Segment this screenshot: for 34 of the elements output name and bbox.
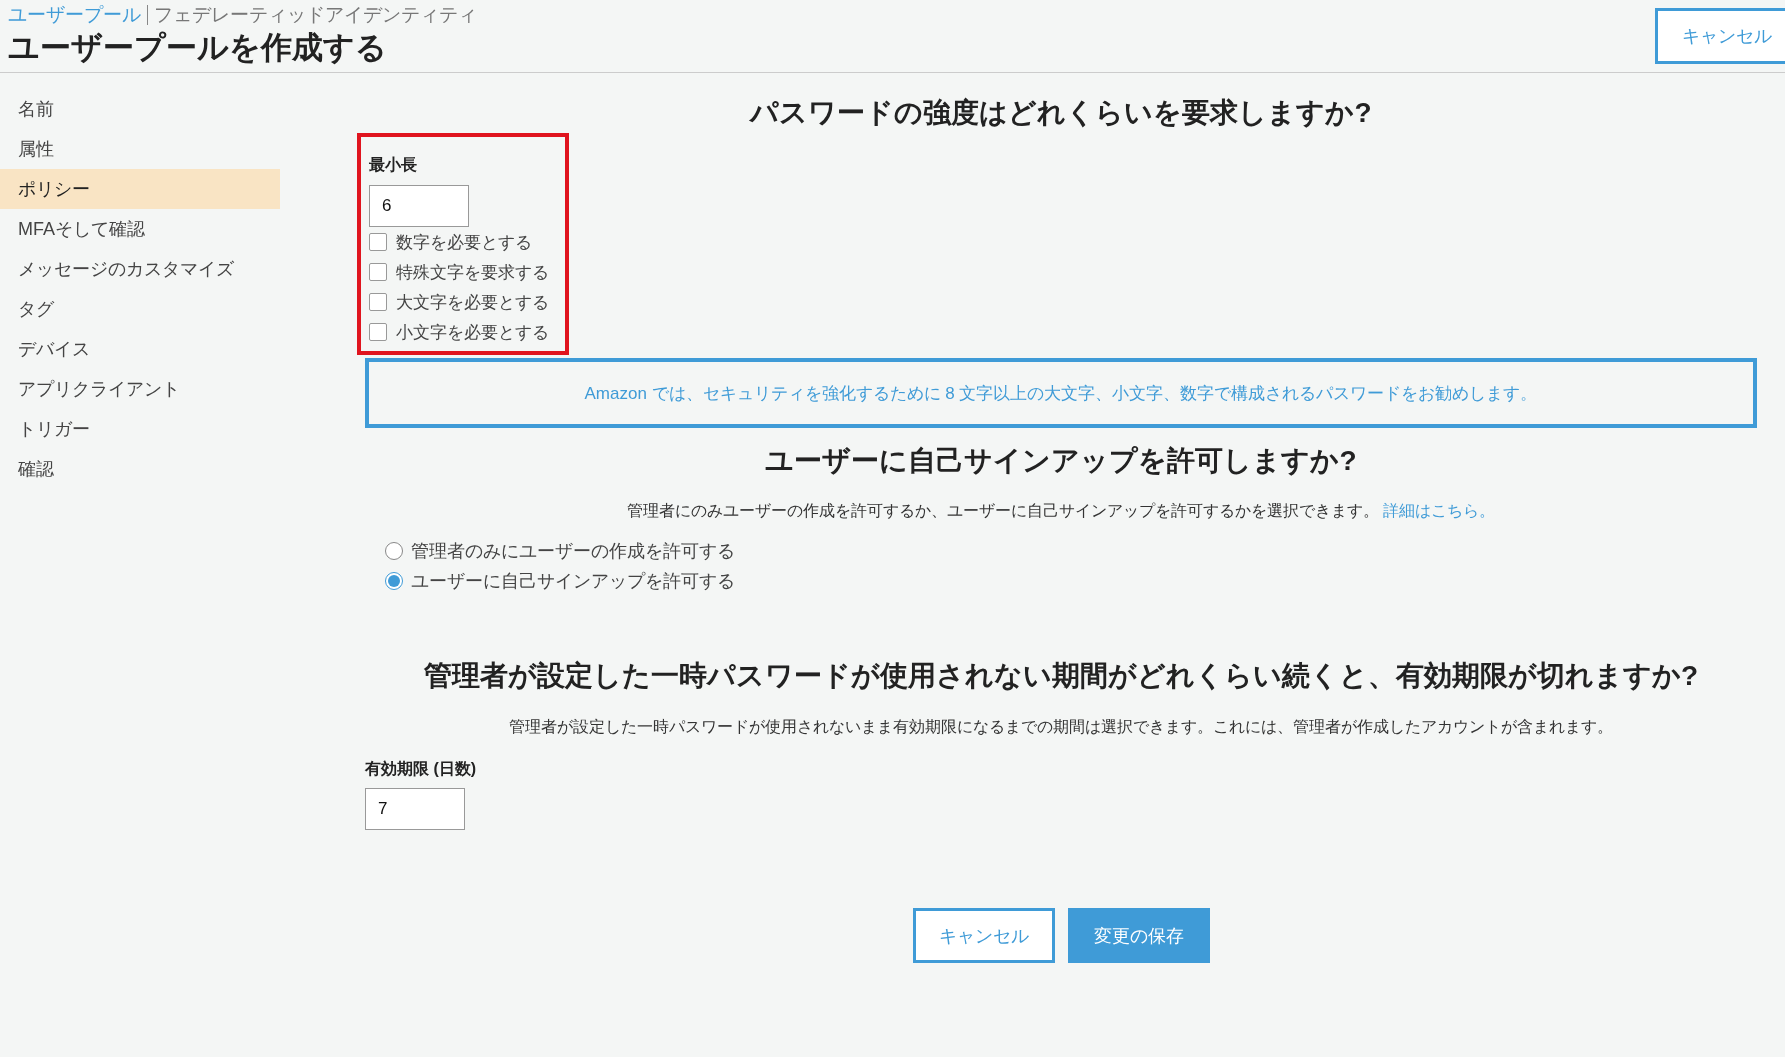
breadcrumb-item: フェデレーティッドアイデンティティ (154, 5, 477, 25)
input-field[interactable]: 7 (365, 788, 465, 830)
sidebar-item[interactable]: タグ (0, 289, 280, 329)
sidebar-item[interactable]: アプリクライアント (0, 369, 280, 409)
checkbox[interactable] (369, 323, 387, 341)
sidebar-item[interactable]: 確認 (0, 449, 280, 489)
sidebar-item[interactable]: トリガー (0, 409, 280, 449)
field-label: 有効期限 (日数) (365, 759, 478, 779)
radio-label: ユーザーに自己サインアップを許可する (411, 570, 735, 593)
section-heading: パスワードの強度はどれくらいを要求しますか? (748, 96, 1373, 130)
checkbox-label: 大文字を必要とする (396, 291, 549, 314)
checkbox[interactable] (369, 233, 387, 251)
section-description: 管理者にのみユーザーの作成を許可するか、ユーザーに自己サインアップを許可するかを選択できます。 詳細はこちら。 (625, 501, 1497, 521)
sidebar-item[interactable]: MFAそして確認 (0, 209, 280, 249)
sidebar-item[interactable]: 名前 (0, 89, 280, 129)
input-field[interactable]: 6 (369, 185, 469, 227)
radio-button[interactable] (385, 542, 403, 560)
sidebar-item[interactable]: 属性 (0, 129, 280, 169)
sidebar-item[interactable]: デバイス (0, 329, 280, 369)
radio-button[interactable] (385, 572, 403, 590)
page-title: ユーザープールを作成する (8, 29, 388, 67)
checkbox[interactable] (369, 263, 387, 281)
checkbox[interactable] (369, 293, 387, 311)
checkbox-label: 数字を必要とする (396, 231, 532, 254)
sidebar-item[interactable]: ポリシー (0, 169, 280, 209)
section-heading: ユーザーに自己サインアップを許可しますか? (764, 444, 1358, 478)
section-heading: 管理者が設定した一時パスワードが使用されない期間がどれくらい続くと、有効期限が切れますか? (422, 659, 1700, 693)
checkbox-label: 特殊文字を要求する (396, 261, 549, 284)
sidebar-item[interactable]: メッセージのカスタマイズ (0, 249, 280, 289)
checkbox-label: 小文字を必要とする (396, 321, 549, 344)
section-description: 管理者が設定した一時パスワードが使用されないまま有効期限になるまでの期間は選択できます。これには、管理者が作成したアカウントが含まれます。 (508, 717, 1614, 737)
info-box: Amazon では、セキュリティを強化するために 8 文字以上の大文字、小文字、数字で構成されるパスワードをお勧めします。 (365, 358, 1757, 428)
field-label: 最小長 (369, 155, 418, 175)
radio-label: 管理者のみにユーザーの作成を許可する (411, 540, 735, 563)
